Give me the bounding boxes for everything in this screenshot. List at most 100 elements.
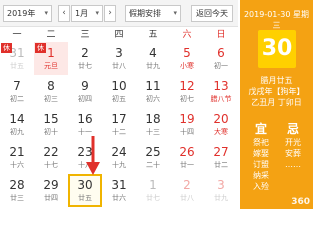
calendar-grid: 休 31 廿五休 1 元旦 2 廿七 3 廿八 4 廿九 5 小寒 6 初一 7 初二 8 初三 9 初四 10 初五 11 初… xyxy=(0,42,238,207)
lunar-label: 廿二 xyxy=(214,161,228,169)
day-cell[interactable]: 5 小寒 xyxy=(170,42,204,75)
lunar-label: 初五 xyxy=(112,95,126,103)
lunar-label: 初九 xyxy=(10,128,24,136)
day-number: 1 xyxy=(149,178,157,192)
day-number: 6 xyxy=(217,46,225,60)
day-number: 29 xyxy=(43,178,59,192)
day-cell[interactable]: 14 初九 xyxy=(0,108,34,141)
lunar-label: 廿九 xyxy=(146,62,160,70)
day-cell-selected[interactable]: 30 廿五 xyxy=(68,174,102,207)
month-select[interactable]: 1月 ▾ xyxy=(71,5,103,22)
ganzhi-month-day: 乙丑月 丁卯日 xyxy=(251,98,302,107)
lunar-label: 廿三 xyxy=(10,194,24,202)
rest-day-badge: 休 xyxy=(35,43,46,53)
weekday-label: 三 xyxy=(80,30,90,40)
holiday-select-value: 假期安排 xyxy=(129,9,161,18)
lunar-label: 廿一 xyxy=(180,161,194,169)
next-month-button[interactable]: › xyxy=(104,5,116,22)
day-cell[interactable]: 25 二十 xyxy=(136,141,170,174)
today-button[interactable]: 返回今天 xyxy=(191,5,233,22)
day-number: 15 xyxy=(43,112,59,126)
day-cell[interactable]: 21 十六 xyxy=(0,141,34,174)
lunar-label: 初三 xyxy=(44,95,58,103)
lunar-label: 二十 xyxy=(146,161,160,169)
lunar-label: 廿四 xyxy=(44,194,58,202)
day-cell[interactable]: 31 廿六 xyxy=(102,174,136,207)
weekday-label: 六 xyxy=(182,30,192,40)
holiday-select[interactable]: 假期安排 ▾ xyxy=(125,5,181,22)
day-number: 3 xyxy=(217,178,225,192)
lunar-label: 十四 xyxy=(180,128,194,136)
day-number: 9 xyxy=(81,79,89,93)
day-number: 7 xyxy=(13,79,21,93)
lunar-date: 腊月廿五 xyxy=(260,76,293,85)
lunar-label: 廿六 xyxy=(112,194,126,202)
ji-item: 开光 xyxy=(285,138,301,147)
day-number: 2 xyxy=(183,178,191,192)
day-cell[interactable]: 2 廿七 xyxy=(68,42,102,75)
day-cell[interactable]: 19 十四 xyxy=(170,108,204,141)
day-cell[interactable]: 17 十二 xyxy=(102,108,136,141)
lunar-label: 廿九 xyxy=(214,194,228,202)
day-number: 2 xyxy=(81,46,89,60)
lunar-label: 十二 xyxy=(112,128,126,136)
day-number: 17 xyxy=(111,112,127,126)
lunar-label: 廿七 xyxy=(78,62,92,70)
chevron-down-icon: ▾ xyxy=(95,9,99,17)
day-number: 25 xyxy=(145,145,161,159)
day-cell[interactable]: 8 初三 xyxy=(34,75,68,108)
lunar-label: 初七 xyxy=(180,95,194,103)
weekday-label: 二 xyxy=(46,30,56,40)
day-cell[interactable]: 18 十三 xyxy=(136,108,170,141)
day-cell[interactable]: 7 初二 xyxy=(0,75,34,108)
month-select-value: 1月 xyxy=(75,9,89,18)
lunar-label: 廿七 xyxy=(146,194,160,202)
day-cell[interactable]: 11 初六 xyxy=(136,75,170,108)
lunar-label: 十九 xyxy=(112,161,126,169)
ji-item: …… xyxy=(285,160,301,169)
ji-label: 忌 xyxy=(286,122,299,136)
chevron-down-icon: ▾ xyxy=(44,9,48,17)
day-number: 22 xyxy=(43,145,59,159)
day-cell[interactable]: 3 廿八 xyxy=(102,42,136,75)
lunar-label: 十三 xyxy=(146,128,160,136)
day-cell[interactable]: 27 廿二 xyxy=(204,141,238,174)
day-cell[interactable]: 28 廿三 xyxy=(0,174,34,207)
day-cell[interactable]: 20 大寒 xyxy=(204,108,238,141)
lunar-label: 初四 xyxy=(78,95,92,103)
day-cell[interactable]: 4 廿九 xyxy=(136,42,170,75)
day-cell[interactable]: 休 1 元旦 xyxy=(34,42,68,75)
day-cell[interactable]: 29 廿四 xyxy=(34,174,68,207)
weekday-label: 五 xyxy=(148,30,158,40)
day-number: 16 xyxy=(77,112,93,126)
lunar-label: 十六 xyxy=(10,161,24,169)
day-cell[interactable]: 3 廿九 xyxy=(204,174,238,207)
day-cell[interactable]: 13 腊八节 xyxy=(204,75,238,108)
big-day-number: 30 xyxy=(258,30,296,68)
day-cell[interactable]: 休 31 廿五 xyxy=(0,42,34,75)
year-select-value: 2019年 xyxy=(7,9,36,18)
day-number: 3 xyxy=(115,46,123,60)
day-cell[interactable]: 26 廿一 xyxy=(170,141,204,174)
prev-month-button[interactable]: ‹ xyxy=(58,5,70,22)
day-cell[interactable]: 22 十七 xyxy=(34,141,68,174)
day-cell[interactable]: 6 初一 xyxy=(204,42,238,75)
lunar-label: 廿八 xyxy=(112,62,126,70)
day-cell[interactable]: 12 初七 xyxy=(170,75,204,108)
day-cell[interactable]: 24 十九 xyxy=(102,141,136,174)
lunar-label: 腊八节 xyxy=(210,95,232,103)
ganzhi-year: 戊戌年【狗年】 xyxy=(248,87,305,96)
chevron-down-icon: ▾ xyxy=(173,9,177,17)
day-cell[interactable]: 15 初十 xyxy=(34,108,68,141)
day-number: 12 xyxy=(179,79,195,93)
day-cell[interactable]: 9 初四 xyxy=(68,75,102,108)
day-number: 18 xyxy=(145,112,161,126)
day-number: 14 xyxy=(9,112,25,126)
day-cell[interactable]: 10 初五 xyxy=(102,75,136,108)
yi-item: 嫁娶 xyxy=(253,149,269,158)
year-select[interactable]: 2019年 ▾ xyxy=(3,5,52,22)
day-cell[interactable]: 2 廿八 xyxy=(170,174,204,207)
day-number: 11 xyxy=(145,79,161,93)
day-number: 31 xyxy=(111,178,127,192)
day-cell[interactable]: 1 廿七 xyxy=(136,174,170,207)
